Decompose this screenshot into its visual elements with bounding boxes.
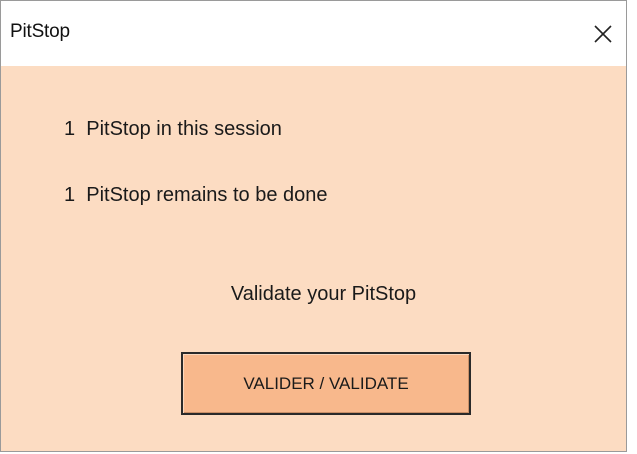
validate-button[interactable]: VALIDER / VALIDATE	[181, 352, 471, 415]
validate-button-label: VALIDER / VALIDATE	[243, 373, 409, 393]
dialog-content: 1 PitStop in this session 1 PitStop rema…	[1, 66, 626, 451]
remaining-count-label: 1 PitStop remains to be done	[64, 184, 328, 206]
session-count-label: 1 PitStop in this session	[64, 118, 282, 140]
close-button[interactable]	[580, 1, 626, 66]
window-title: PitStop	[10, 21, 70, 42]
title-bar[interactable]: PitStop	[1, 1, 626, 66]
pitstop-dialog: PitStop 1 PitStop in this session 1 PitS…	[0, 0, 627, 452]
close-icon	[594, 24, 612, 43]
validate-prompt: Validate your PitStop	[230, 283, 417, 305]
